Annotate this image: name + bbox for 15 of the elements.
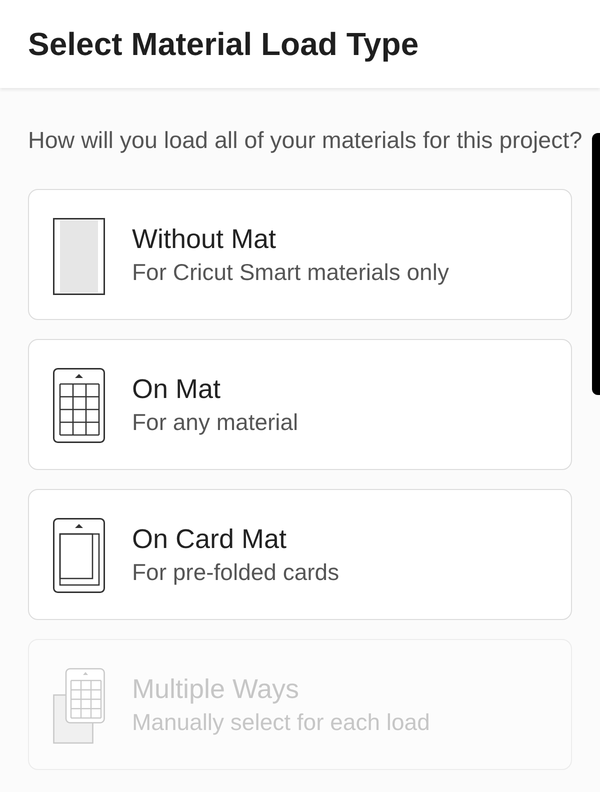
option-title: Without Mat xyxy=(132,223,278,255)
stacked-mats-icon xyxy=(53,668,105,744)
option-title: On Mat xyxy=(132,373,222,405)
page-title: Select Material Load Type xyxy=(28,26,419,62)
load-option-card[interactable]: Without Mat For Cricut Smart materials only xyxy=(28,189,572,320)
prompt-text: How will you load all of your materials for this project? xyxy=(28,126,584,155)
sheet-icon xyxy=(53,218,105,294)
option-description: For pre-folded cards xyxy=(132,558,340,586)
option-description: For Cricut Smart materials only xyxy=(132,258,449,286)
load-option-card[interactable]: On Mat For any material xyxy=(28,339,572,470)
option-title: On Card Mat xyxy=(132,523,288,555)
grid-mat-icon xyxy=(53,368,105,444)
card-mat-icon xyxy=(53,518,105,594)
option-description: For any material xyxy=(132,408,298,436)
load-option-card[interactable]: On Card Mat For pre-folded cards xyxy=(28,489,572,620)
